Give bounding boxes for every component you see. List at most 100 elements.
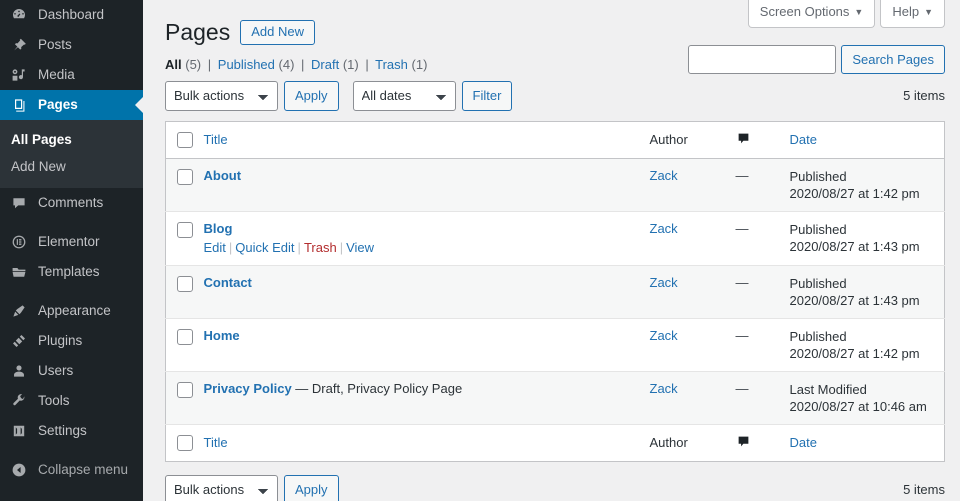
column-header-date[interactable]: Date — [789, 121, 945, 159]
page-title-link[interactable]: About — [204, 168, 242, 183]
search-pages-button[interactable]: Search Pages — [841, 45, 945, 74]
author-link[interactable]: Zack — [650, 168, 678, 183]
sidebar-item-collapse-menu[interactable]: Collapse menu — [0, 455, 143, 485]
table-body: About Zack — Published 2020/08/27 at 1:4… — [165, 158, 945, 425]
dashboard-icon — [9, 5, 29, 25]
row-checkbox[interactable] — [177, 381, 193, 398]
row-checkbox[interactable] — [177, 328, 193, 345]
sidebar-item-pages[interactable]: Pages — [0, 90, 143, 120]
date-filter-select[interactable]: All dates — [352, 80, 456, 111]
row-checkbox[interactable] — [177, 168, 193, 185]
apply-button-bottom[interactable]: Apply — [284, 474, 339, 501]
row-checkbox[interactable] — [177, 275, 193, 292]
chevron-down-icon: ▼ — [854, 7, 864, 17]
select-all-checkbox-bottom[interactable] — [177, 435, 193, 452]
page-title-link[interactable]: Home — [204, 328, 240, 343]
add-new-button[interactable]: Add New — [240, 20, 315, 46]
row-author-cell: Zack — [650, 318, 736, 371]
bulk-actions-select-top[interactable]: Bulk actions — [165, 80, 278, 111]
author-link[interactable]: Zack — [650, 221, 678, 236]
screen-options-tab[interactable]: Screen Options ▼ — [747, 0, 876, 28]
sidebar-item-appearance[interactable]: Appearance — [0, 296, 143, 326]
row-checkbox-cell — [166, 211, 204, 265]
folder-icon — [9, 262, 29, 282]
apply-button-top[interactable]: Apply — [284, 80, 339, 111]
pages-submenu: All Pages Add New — [0, 120, 143, 188]
filter-link-published[interactable]: Published — [218, 57, 275, 72]
date-status: Published — [789, 221, 847, 237]
bulk-actions-select-bottom[interactable]: Bulk actions — [165, 474, 278, 501]
row-action-trash[interactable]: Trash — [304, 240, 337, 255]
page-state: — Draft, Privacy Policy Page — [291, 380, 463, 396]
filter-link-draft[interactable]: Draft — [311, 57, 339, 72]
tablenav-bottom: Bulk actions Apply 5 items — [143, 462, 960, 501]
row-checkbox[interactable] — [177, 221, 193, 238]
column-footer-comments[interactable] — [735, 424, 790, 462]
row-action-edit[interactable]: Edit — [204, 240, 226, 255]
submenu-item-add-new[interactable]: Add New — [0, 153, 143, 180]
row-action-quick-edit[interactable]: Quick Edit — [235, 240, 294, 255]
table-row: Home Zack — Published 2020/08/27 at 1:42… — [165, 318, 945, 372]
row-checkbox-cell — [166, 265, 204, 318]
column-header-comments[interactable] — [735, 121, 790, 159]
pages-list-table: Title Author Date About Zack — Published… — [165, 120, 945, 462]
pin-icon — [9, 35, 29, 55]
row-action-separator: | — [228, 239, 233, 255]
row-action-view[interactable]: View — [346, 240, 374, 255]
search-input[interactable] — [688, 45, 837, 74]
comment-bubble-icon — [736, 434, 751, 452]
author-link[interactable]: Zack — [650, 275, 678, 290]
table-head: Title Author Date — [165, 121, 945, 159]
sidebar-item-templates[interactable]: Templates — [0, 257, 143, 287]
column-label-author-bottom: Author — [649, 435, 688, 451]
sidebar-item-elementor[interactable]: Elementor — [0, 227, 143, 257]
author-link[interactable]: Zack — [650, 381, 678, 396]
row-comments-cell: — — [735, 380, 749, 396]
sidebar-item-posts[interactable]: Posts — [0, 30, 143, 60]
filter-link-trash[interactable]: Trash — [375, 57, 408, 72]
collapse-icon — [9, 460, 29, 480]
page-title-link[interactable]: Contact — [204, 275, 252, 290]
filter-button[interactable]: Filter — [461, 80, 513, 111]
sidebar-item-settings[interactable]: Settings — [0, 416, 143, 446]
items-count-bottom: 5 items — [903, 481, 945, 497]
sidebar-item-label: Plugins — [38, 333, 83, 349]
sidebar-item-tools[interactable]: Tools — [0, 386, 143, 416]
author-link[interactable]: Zack — [650, 328, 678, 343]
help-tab[interactable]: Help ▼ — [880, 0, 945, 28]
admin-sidebar: Dashboard Posts Media Pages All Pages Ad… — [0, 0, 143, 501]
sort-date-link[interactable]: Date — [790, 132, 817, 147]
main-content: Screen Options ▼ Help ▼ Pages Add New Sear… — [143, 0, 960, 501]
pages-table-wrap: Title Author Date About Zack — Published… — [143, 111, 960, 462]
select-all-footer — [165, 424, 204, 462]
sidebar-item-label: Comments — [38, 195, 104, 211]
items-count-top: 5 items — [903, 87, 945, 103]
sort-title-link-bottom[interactable]: Title — [204, 435, 228, 450]
help-label: Help — [892, 4, 920, 19]
sidebar-item-users[interactable]: Users — [0, 356, 143, 386]
sort-date-link-bottom[interactable]: Date — [790, 435, 817, 450]
row-checkbox-cell — [166, 158, 204, 211]
column-footer-title[interactable]: Title — [203, 424, 650, 462]
row-checkbox-cell — [166, 371, 204, 424]
date-value: 2020/08/27 at 1:42 pm — [789, 345, 920, 361]
select-all-checkbox-top[interactable] — [177, 132, 193, 149]
sidebar-item-dashboard[interactable]: Dashboard — [0, 0, 143, 30]
row-date-cell: Published 2020/08/27 at 1:42 pm — [790, 158, 945, 211]
page-title-link[interactable]: Blog — [204, 221, 233, 236]
row-date-cell: Published 2020/08/27 at 1:43 pm — [790, 265, 945, 318]
sidebar-item-comments[interactable]: Comments — [0, 188, 143, 218]
column-footer-date[interactable]: Date — [789, 424, 945, 462]
column-header-title[interactable]: Title — [203, 121, 650, 159]
row-title-cell: Contact — [204, 265, 650, 318]
sidebar-item-label: Users — [38, 363, 74, 379]
page-title-link[interactable]: Privacy Policy — [204, 381, 292, 396]
filter-link-all[interactable]: All — [165, 57, 182, 72]
submenu-item-all-pages[interactable]: All Pages — [0, 126, 143, 153]
comment-bubble-icon — [736, 131, 751, 149]
sort-title-link[interactable]: Title — [204, 132, 228, 147]
select-all-header — [165, 121, 204, 159]
sidebar-item-media[interactable]: Media — [0, 60, 143, 90]
sidebar-item-plugins[interactable]: Plugins — [0, 326, 143, 356]
row-author-cell: Zack — [650, 158, 736, 211]
